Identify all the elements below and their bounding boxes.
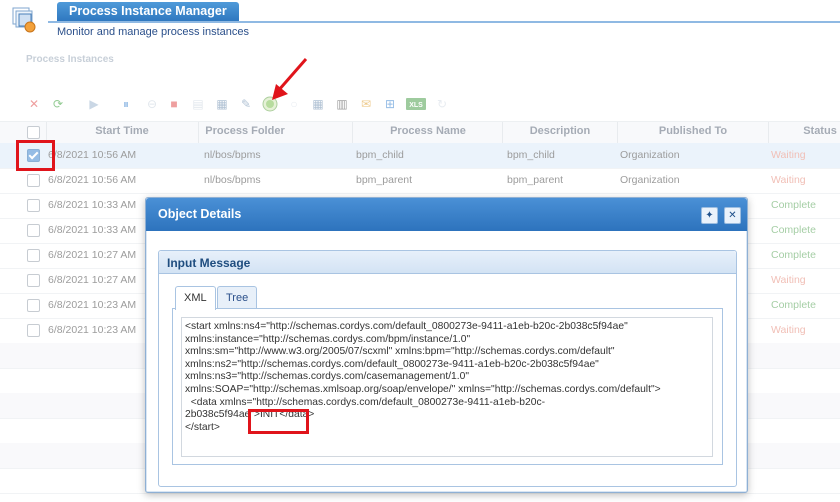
xml-line: <data xmlns="http://schemas.cordys.com/d… <box>185 396 546 408</box>
dialog-header: Object Details ✦ ✕ <box>146 198 747 231</box>
app-logo-icon <box>10 6 38 34</box>
xml-tab-panel: <start xmlns:ns4="http://schemas.cordys.… <box>172 308 723 465</box>
input-message-panel: Input Message XML Tree <start xmlns:ns4=… <box>158 250 737 487</box>
app-header: Process Instance Manager Monitor and man… <box>0 0 840 42</box>
app-title: Process Instance Manager <box>57 2 239 21</box>
xml-line: xmlns:ns2="http://schemas.cordys.com/def… <box>185 358 599 370</box>
panel-title: Input Message <box>167 256 251 270</box>
annotation-highlight-init <box>248 409 309 434</box>
xml-line: </start> <box>185 421 220 433</box>
tab-xml[interactable]: XML <box>175 286 216 310</box>
object-details-dialog: Object Details ✦ ✕ Input Message XML Tre… <box>145 197 748 493</box>
panel-header: Input Message <box>159 251 736 274</box>
annotation-highlight-checkbox <box>16 140 55 171</box>
xml-viewer[interactable]: <start xmlns:ns4="http://schemas.cordys.… <box>181 317 713 457</box>
dialog-title: Object Details <box>158 207 242 221</box>
dialog-body: Input Message XML Tree <start xmlns:ns4=… <box>147 231 746 491</box>
pin-icon[interactable]: ✦ <box>701 207 718 224</box>
xml-line: <start xmlns:ns4="http://schemas.cordys.… <box>185 321 628 332</box>
close-icon[interactable]: ✕ <box>724 207 741 224</box>
tab-tree[interactable]: Tree <box>217 286 258 309</box>
annotation-arrow-icon <box>272 58 308 100</box>
app-subtitle: Monitor and manage process instances <box>57 26 249 38</box>
xml-line: xmlns:sm="http://www.w3.org/2005/07/scxm… <box>185 346 615 358</box>
xml-line: xmlns:SOAP="http://schemas.xmlsoap.org/s… <box>185 384 661 395</box>
xml-line: xmlns:ns3="http://schemas.cordys.com/cas… <box>185 371 470 383</box>
title-divider <box>48 21 840 23</box>
xml-line: xmlns:instance="http://schemas.cordys.co… <box>185 333 471 345</box>
